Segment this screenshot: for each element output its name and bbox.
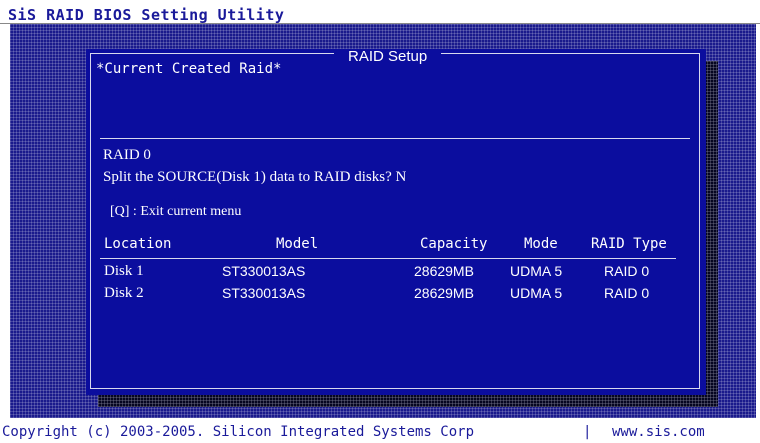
cell-model: ST330013AS [222, 263, 306, 279]
app-title: SiS RAID BIOS Setting Utility [8, 6, 285, 24]
cell-location: Disk 2 [104, 285, 144, 301]
cell-model: ST330013AS [222, 285, 306, 301]
footer-separator: | [583, 424, 592, 440]
column-header-raid-type: RAID Type [591, 236, 667, 252]
copyright-text: Copyright (c) 2003-2005. Silicon Integra… [2, 424, 475, 440]
cell-mode: UDMA 5 [510, 263, 563, 279]
cell-capacity: 28629MB [414, 263, 474, 279]
title-bar: SiS RAID BIOS Setting Utility [0, 0, 760, 24]
cell-location: Disk 1 [104, 263, 144, 279]
table-header-divider [100, 258, 676, 259]
cell-capacity: 28629MB [414, 285, 474, 301]
column-header-model: Model [276, 236, 319, 252]
column-header-capacity: Capacity [420, 236, 488, 252]
website-link: www.sis.com [612, 424, 705, 440]
cell-raid-type: RAID 0 [604, 263, 650, 279]
column-header-location: Location [104, 236, 172, 252]
raid-setup-dialog: RAID Setup *Current Created Raid* RAID 0… [86, 49, 706, 395]
cell-raid-type: RAID 0 [604, 285, 650, 301]
disk-table: Location Model Capacity Mode RAID Type D… [86, 49, 706, 395]
cell-mode: UDMA 5 [510, 285, 563, 301]
status-bar: Copyright (c) 2003-2005. Silicon Integra… [0, 418, 760, 443]
column-header-mode: Mode [524, 236, 558, 252]
